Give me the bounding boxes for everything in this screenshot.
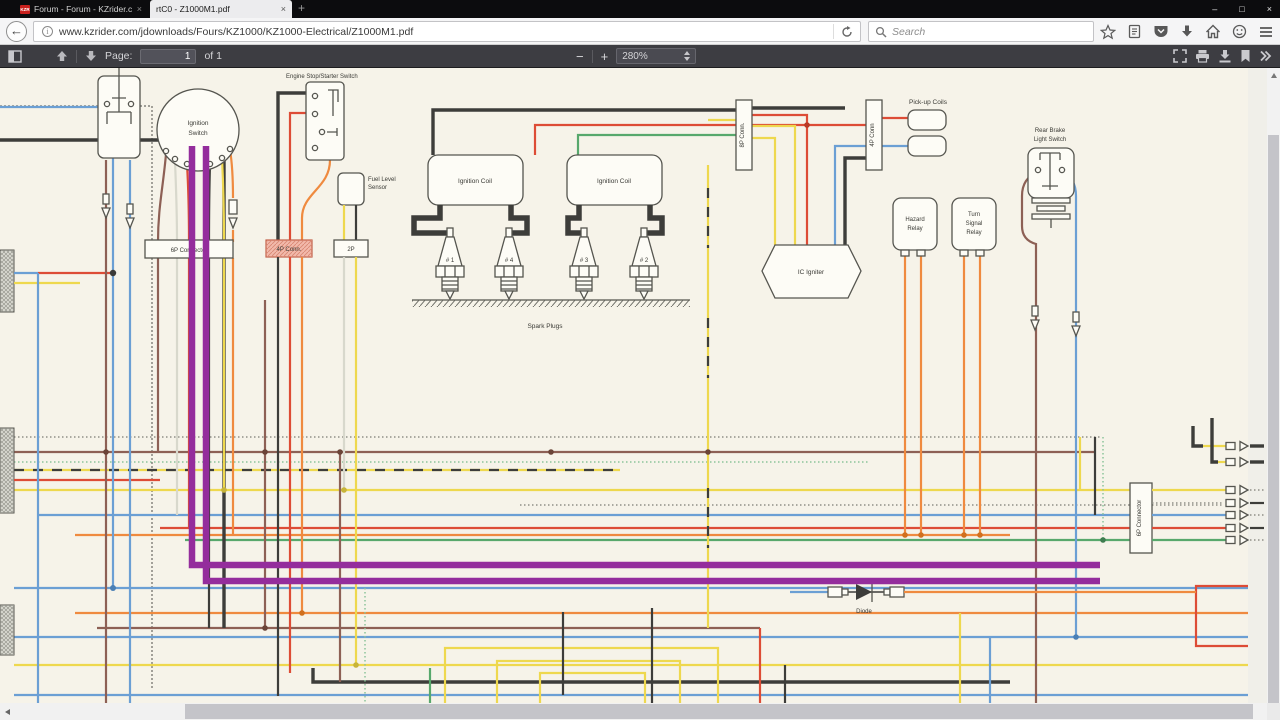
diode-label: Diode	[856, 609, 872, 615]
feedback-smiley-icon[interactable]	[1232, 24, 1247, 39]
ignition-coil-label: Ignition Coil	[458, 178, 493, 185]
bookmark-icon[interactable]	[1240, 49, 1251, 63]
next-page-icon[interactable]	[85, 50, 97, 62]
navigation-bar: ← i www.kzrider.com/jdownloads/Fours/KZ1…	[0, 18, 1280, 45]
bookmark-star-icon[interactable]	[1100, 24, 1116, 40]
print-icon[interactable]	[1195, 49, 1210, 63]
horizontal-scrollbar[interactable]	[0, 703, 1280, 720]
sidebar-toggle-icon[interactable]	[8, 50, 22, 63]
minimize-button[interactable]: –	[1212, 4, 1217, 14]
vertical-scrollbar[interactable]	[1267, 68, 1280, 703]
page-edge	[1248, 68, 1267, 703]
ignition-coil-right: Ignition Coil	[567, 155, 662, 205]
search-bar[interactable]	[868, 21, 1094, 42]
window-controls: – □ ×	[1212, 0, 1272, 18]
maximize-button[interactable]: □	[1239, 4, 1244, 14]
kzrider-favicon-icon: KZR	[20, 5, 30, 14]
home-icon[interactable]	[1205, 24, 1221, 39]
zoom-spinner-icon	[684, 51, 690, 61]
svg-text:# 1: # 1	[446, 258, 455, 264]
fuel-level-sensor-label: Fuel Level	[368, 177, 396, 183]
downloads-icon[interactable]	[1180, 24, 1194, 39]
rear-brake-label: Rear Brake	[1035, 128, 1066, 134]
zoom-out-button[interactable]: −	[576, 49, 584, 64]
turn-signal-relay-label: Turn	[968, 212, 980, 218]
svg-text:Relay: Relay	[907, 226, 922, 232]
svg-text:# 2: # 2	[640, 258, 649, 264]
url-bar[interactable]: i www.kzrider.com/jdownloads/Fours/KZ100…	[33, 21, 861, 42]
pdf-toolbar: Page: of 1 − + 280%	[0, 45, 1280, 68]
scroll-up-icon[interactable]	[1271, 73, 1277, 78]
svg-text:Light Switch: Light Switch	[1034, 137, 1066, 143]
browser-window: KZR Forum - Forum - KZrider.c... × rtC0 …	[0, 0, 1280, 720]
tab-title: Forum - Forum - KZrider.c...	[34, 4, 133, 14]
tab-bar: KZR Forum - Forum - KZrider.c... × rtC0 …	[0, 0, 1280, 18]
eight-p-conn-label: 8P Conn.	[740, 122, 746, 147]
ic-igniter-label: IC Igniter	[798, 269, 825, 276]
close-button[interactable]: ×	[1267, 4, 1272, 14]
scroll-left-icon[interactable]	[5, 709, 10, 715]
pocket-icon[interactable]	[1153, 24, 1169, 39]
tab-pdf-active[interactable]: rtC0 - Z1000M1.pdf ×	[150, 0, 292, 18]
menu-hamburger-icon[interactable]	[1258, 25, 1274, 39]
ignition-coil-label: Ignition Coil	[597, 178, 632, 185]
svg-text:Switch: Switch	[188, 130, 208, 137]
reload-icon	[841, 26, 853, 38]
page-number-input[interactable]	[140, 49, 196, 64]
tab-close-icon[interactable]: ×	[137, 4, 142, 14]
tab-close-icon[interactable]: ×	[281, 4, 286, 14]
reading-list-icon[interactable]	[1127, 24, 1142, 39]
new-tab-button[interactable]: +	[298, 1, 305, 15]
pdf-viewport[interactable]: Ignition Switch 6P Connector Engine Stop…	[0, 68, 1280, 703]
ignition-switch-label: Ignition	[188, 120, 209, 127]
page-total: of 1	[204, 50, 222, 62]
previous-page-icon[interactable]	[56, 50, 68, 62]
six-p-connector-right-label: 6P Connector	[1137, 500, 1143, 537]
tab-title: rtC0 - Z1000M1.pdf	[156, 4, 277, 14]
two-p-label: 2P	[347, 247, 354, 253]
zoom-in-button[interactable]: +	[601, 49, 609, 64]
tools-more-icon[interactable]	[1259, 50, 1272, 62]
ground-hatch	[412, 300, 690, 307]
pickup-coils-label: Pick-up Coils	[909, 99, 948, 106]
wiring-diagram: Ignition Switch 6P Connector Engine Stop…	[0, 68, 1267, 703]
download-pdf-icon[interactable]	[1218, 49, 1232, 63]
zoom-value: 280%	[622, 51, 684, 62]
zoom-select[interactable]: 280%	[616, 48, 696, 64]
page-label: Page:	[105, 50, 132, 62]
horizontal-scroll-thumb[interactable]	[185, 704, 1253, 719]
svg-text:# 4: # 4	[505, 258, 514, 264]
svg-text:Relay: Relay	[966, 230, 981, 236]
tab-forum[interactable]: KZR Forum - Forum - KZrider.c... ×	[14, 0, 148, 18]
scrollbar-corner	[1267, 703, 1280, 720]
vertical-scroll-thumb[interactable]	[1268, 135, 1279, 703]
svg-text:Sensor: Sensor	[368, 185, 387, 191]
spark-plugs-label: Spark Plugs	[527, 323, 563, 330]
four-p-conn-label: 4P Conn.	[277, 247, 302, 253]
search-input[interactable]	[892, 26, 1087, 38]
hazard-relay-label: Hazard	[905, 217, 924, 223]
engine-stop-label: Engine Stop/Starter Switch	[286, 74, 358, 80]
page-info-icon[interactable]: i	[42, 26, 53, 37]
pickup-coil-1	[908, 110, 946, 130]
svg-text:# 3: # 3	[580, 258, 589, 264]
presentation-mode-icon[interactable]	[1173, 49, 1187, 63]
url-text[interactable]: www.kzrider.com/jdownloads/Fours/KZ1000/…	[59, 26, 833, 38]
svg-text:Signal: Signal	[966, 221, 983, 227]
search-icon	[875, 26, 887, 38]
ignition-coil-left: Ignition Coil	[428, 155, 523, 205]
back-button[interactable]: ←	[6, 21, 27, 42]
reload-button[interactable]	[833, 24, 860, 39]
pickup-coil-2	[908, 136, 946, 156]
four-p-conn-vert-label: 4P Conn	[870, 123, 876, 146]
toolbar-icons	[1100, 22, 1274, 41]
